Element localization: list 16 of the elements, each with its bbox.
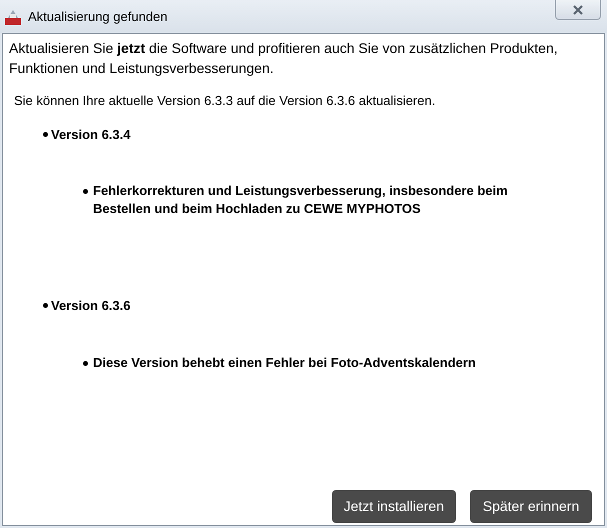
bullet-icon: [43, 303, 48, 308]
bullet-icon: [83, 189, 88, 194]
close-button[interactable]: [555, 0, 601, 20]
change-note: Fehlerkorrekturen und Leistungsverbesserung, insbesondere beim Bestellen und beim Hochladen zu CEWE MYPHOTOS: [93, 182, 509, 218]
bullet-icon: [43, 132, 48, 136]
change-note: Diese Version behebt einen Fehler bei Foto-Adventskalendern: [93, 354, 476, 372]
install-button[interactable]: Jetzt installieren: [332, 490, 456, 523]
bullet-icon: [83, 360, 88, 366]
close-icon: [572, 4, 584, 14]
version-heading: Version 6.3.4: [51, 126, 130, 144]
remind-later-button[interactable]: Später erinnern: [470, 490, 592, 523]
intro-text: Aktualisieren Sie jetzt die Software und profitieren auch Sie von zusätzlichen Produkten, Funktionen und Leistungsverbesserungen.: [9, 39, 559, 78]
version-heading: Version 6.3.6: [51, 297, 130, 315]
version-info: Sie können Ihre aktuelle Version 6.3.3 auf die Version 6.3.6 aktualisieren.: [14, 92, 436, 110]
app-icon: [4, 8, 22, 26]
window-title: Aktualisierung gefunden: [28, 8, 168, 26]
